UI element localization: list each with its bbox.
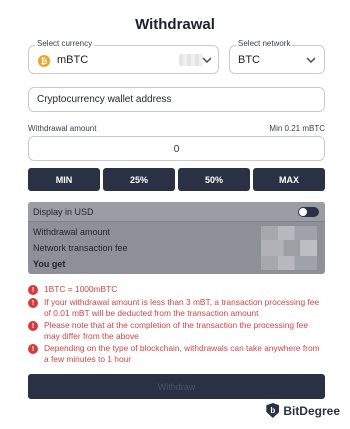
withdraw-button[interactable]: Withdraw [28, 374, 325, 399]
summary-row-withdrawal-amount: Withdrawal amount [33, 227, 111, 237]
alert-icon: ! [28, 298, 38, 308]
network-value: BTC [238, 54, 260, 66]
withdrawal-amount-label: Withdrawal amount [28, 124, 97, 133]
summary-panel: Display in USD Withdrawal amount Network… [28, 202, 325, 274]
display-usd-header: Display in USD [28, 202, 325, 222]
blurred-summary-values [261, 226, 317, 270]
currency-select-legend: Select currency [35, 39, 95, 48]
currency-select[interactable]: Select currency ₿ mBTC [28, 39, 219, 74]
alert-icon: ! [28, 344, 38, 354]
wallet-address-placeholder: Cryptocurrency wallet address [37, 94, 172, 105]
notice-text: 1BTC = 1000mBTC [44, 284, 118, 294]
withdrawal-amount-input[interactable]: 0 [28, 136, 325, 161]
chevron-down-icon [202, 51, 212, 72]
page-title: Withdrawal [135, 16, 215, 33]
notice-text: Please note that at the completion of th… [44, 320, 308, 341]
display-usd-toggle[interactable] [298, 207, 319, 217]
notice-item: ! 1BTC = 1000mBTC [28, 284, 325, 295]
chevron-down-icon [306, 51, 316, 72]
withdrawal-amount-value: 0 [173, 144, 180, 155]
wallet-address-input[interactable]: Cryptocurrency wallet address [28, 87, 325, 112]
min-amount-label: Min 0.21 mBTC [269, 124, 325, 133]
alert-icon: ! [28, 321, 38, 331]
notice-item: ! If your withdrawal amount is less than… [28, 297, 325, 318]
display-usd-label: Display in USD [33, 207, 94, 217]
preset-min-button[interactable]: MIN [28, 168, 100, 191]
currency-value: mBTC [57, 54, 89, 66]
network-select[interactable]: Select network BTC [229, 39, 325, 74]
brand-logo: b BitDegree [266, 403, 340, 418]
network-select-legend: Select network [236, 39, 293, 48]
brand-name: BitDegree [283, 403, 340, 418]
bitcoin-icon: ₿ [38, 55, 50, 67]
summary-row-network-fee: Network transaction fee [33, 243, 128, 253]
blurred-balance [179, 54, 203, 66]
alert-icon: ! [28, 285, 38, 295]
toggle-knob [299, 208, 307, 216]
preset-max-button[interactable]: MAX [253, 168, 325, 191]
amount-presets: MIN 25% 50% MAX [28, 168, 325, 191]
preset-25-button[interactable]: 25% [103, 168, 175, 191]
notice-text: Depending on the type of blockchain, wit… [44, 343, 320, 364]
shield-icon: b [266, 403, 280, 418]
notice-item: ! Please note that at the completion of … [28, 320, 325, 341]
notice-text: If your withdrawal amount is less than 3… [44, 297, 320, 318]
notice-item: ! Depending on the type of blockchain, w… [28, 343, 325, 364]
preset-50-button[interactable]: 50% [178, 168, 250, 191]
summary-row-you-get: You get [33, 259, 66, 269]
